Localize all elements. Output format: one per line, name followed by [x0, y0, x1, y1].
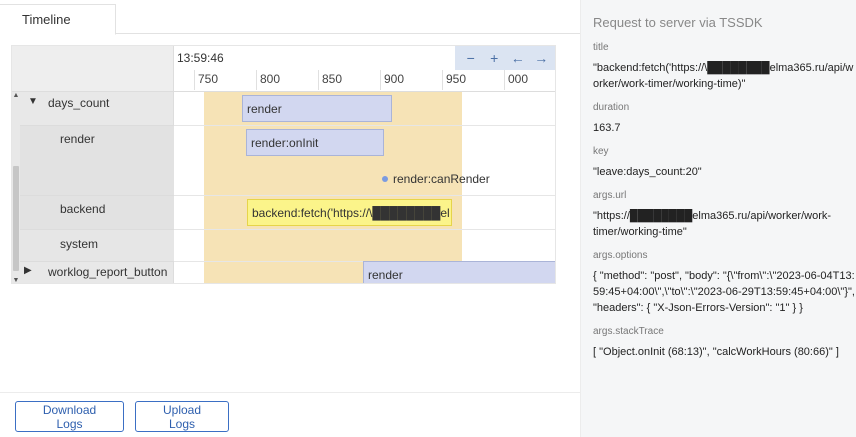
scroll-down-icon[interactable]: ▼ — [12, 277, 20, 283]
details-panel: Request to server via TSSDK title "backe… — [580, 0, 856, 437]
tick-line — [380, 70, 381, 90]
span-backend-fetch[interactable]: backend:fetch('https://\████████el — [247, 199, 452, 226]
event-label: render:canRender — [393, 172, 490, 186]
tick-label: 950 — [446, 72, 467, 86]
row-label-days-count[interactable]: days_count — [48, 96, 109, 110]
span-render-oninit[interactable]: render:onInit — [246, 129, 384, 156]
zoom-in-button[interactable]: + — [484, 50, 504, 66]
field-value-title: "backend:fetch('https://\████████elma365… — [593, 62, 854, 90]
event-dot-icon — [382, 176, 388, 182]
field-value-args-url: "https://████████elma365.ru/api/worker/w… — [593, 210, 832, 238]
footer-divider — [0, 392, 580, 393]
scroll-up-icon[interactable]: ▲ — [12, 92, 20, 100]
span-render-days-count[interactable]: render — [242, 95, 392, 122]
row-divider — [174, 229, 555, 230]
pan-back-button[interactable]: ← — [508, 50, 528, 66]
tick-label: 750 — [198, 72, 219, 86]
row-divider — [12, 261, 174, 262]
field-label-args-url: args.url — [593, 190, 627, 201]
field-label-key: key — [593, 146, 609, 157]
tab-timeline[interactable]: Timeline — [0, 4, 116, 35]
event-render-canrender[interactable]: render:canRender — [382, 172, 490, 186]
field-value-key: "leave:days_count:20" — [593, 166, 702, 178]
field-label-args-options: args.options — [593, 250, 648, 261]
zoom-out-button[interactable]: − — [461, 50, 481, 66]
tick-label: 800 — [260, 72, 281, 86]
scrollbar-thumb[interactable] — [13, 166, 19, 271]
field-label-title: title — [593, 42, 609, 53]
span-render-worklog[interactable]: render — [363, 261, 555, 283]
timeline-panel: Timeline 13:59:46 750 800 850 900 950 00… — [0, 0, 580, 437]
tick-line — [194, 70, 195, 90]
row-label-backend: backend — [60, 202, 106, 216]
row-divider — [20, 195, 174, 196]
field-label-duration: duration — [593, 102, 630, 113]
timeline-tracks: render render:onInit render:canRender ba… — [174, 92, 555, 283]
tick-label: 000 — [508, 72, 529, 86]
upload-logs-button[interactable]: Upload Logs — [135, 401, 229, 432]
timeline-chart: 13:59:46 750 800 850 900 950 000 − + ← →… — [11, 45, 556, 284]
download-logs-button[interactable]: Download Logs — [15, 401, 124, 432]
tick-line — [442, 70, 443, 90]
field-value-args-options: { "method": "post", "body": "{\"from\":\… — [593, 270, 855, 314]
timeline-row-labels: ▼ days_count render backend system ▶ wor… — [12, 92, 174, 283]
tick-line — [318, 70, 319, 90]
row-divider — [174, 125, 555, 126]
tab-strip: Timeline — [0, 0, 580, 35]
row-divider — [174, 195, 555, 196]
timeline-scrollbar[interactable]: ▲ ▼ — [12, 92, 20, 283]
timeline-header-ruler: 13:59:46 750 800 850 900 950 000 − + ← → — [174, 46, 555, 92]
timeline-controls: − + ← → — [455, 46, 555, 70]
row-label-render: render — [60, 132, 95, 146]
row-divider — [20, 229, 174, 230]
expand-caret-icon[interactable]: ▶ — [24, 265, 32, 276]
timeline-start-time: 13:59:46 — [177, 51, 224, 65]
field-value-args-stacktrace: [ "Object.onInit (68:13)", "calcWorkHour… — [593, 346, 839, 358]
collapse-caret-icon[interactable]: ▼ — [28, 96, 38, 107]
pan-forward-button[interactable]: → — [531, 50, 551, 66]
field-label-args-stacktrace: args.stackTrace — [593, 326, 664, 337]
tick-line — [504, 70, 505, 90]
tick-line — [256, 70, 257, 90]
row-divider — [12, 125, 174, 126]
details-title: Request to server via TSSDK — [593, 15, 763, 30]
field-value-duration: 163.7 — [593, 122, 621, 134]
tick-label: 850 — [322, 72, 343, 86]
row-label-system: system — [60, 237, 99, 251]
row-label-worklog-report-button[interactable]: worklog_report_button — [48, 265, 167, 279]
timeline-header-left — [12, 46, 174, 92]
tick-label: 900 — [384, 72, 405, 86]
